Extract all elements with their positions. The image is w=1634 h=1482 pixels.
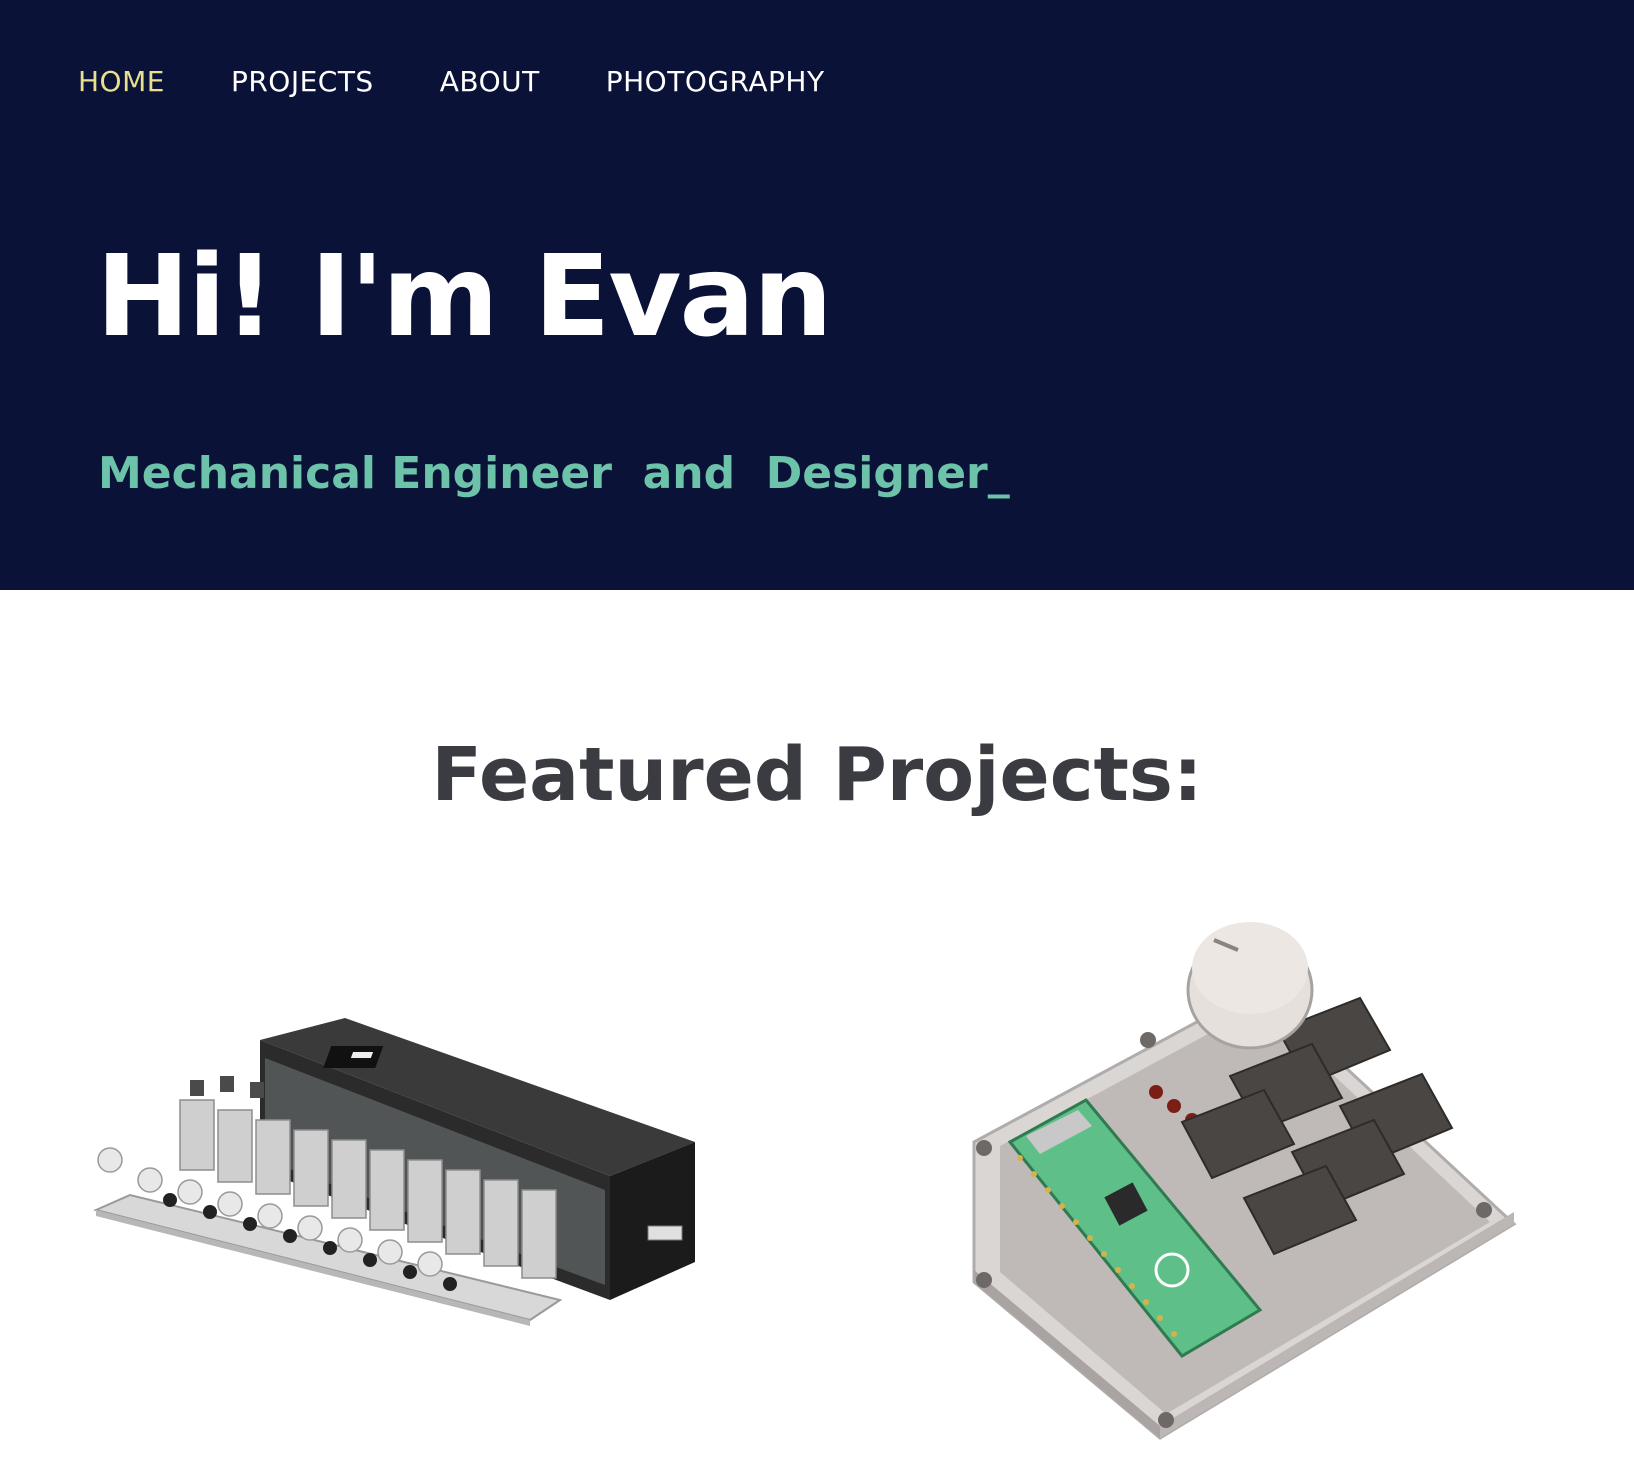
project-card-macropad[interactable] — [960, 910, 1540, 1440]
nav-link-home[interactable]: HOME — [78, 62, 165, 102]
hero-banner: HOME PROJECTS ABOUT PHOTOGRAPHY Hi! I'm … — [0, 0, 1634, 590]
hero-title: Hi! I'm Evan — [96, 232, 833, 362]
featured-projects-title: Featured Projects: — [431, 732, 1203, 818]
hero-subtitle: Mechanical Engineer and Designer_ — [98, 448, 1010, 499]
main-nav: HOME PROJECTS ABOUT PHOTOGRAPHY — [78, 62, 891, 102]
project-card-mechanical-assembly[interactable] — [90, 1000, 730, 1360]
nav-link-photography[interactable]: PHOTOGRAPHY — [606, 62, 825, 102]
macropad-image — [972, 922, 1517, 1440]
nav-link-about[interactable]: ABOUT — [440, 62, 540, 102]
nav-link-projects[interactable]: PROJECTS — [231, 62, 374, 102]
mechanical-assembly-image — [92, 1018, 695, 1326]
